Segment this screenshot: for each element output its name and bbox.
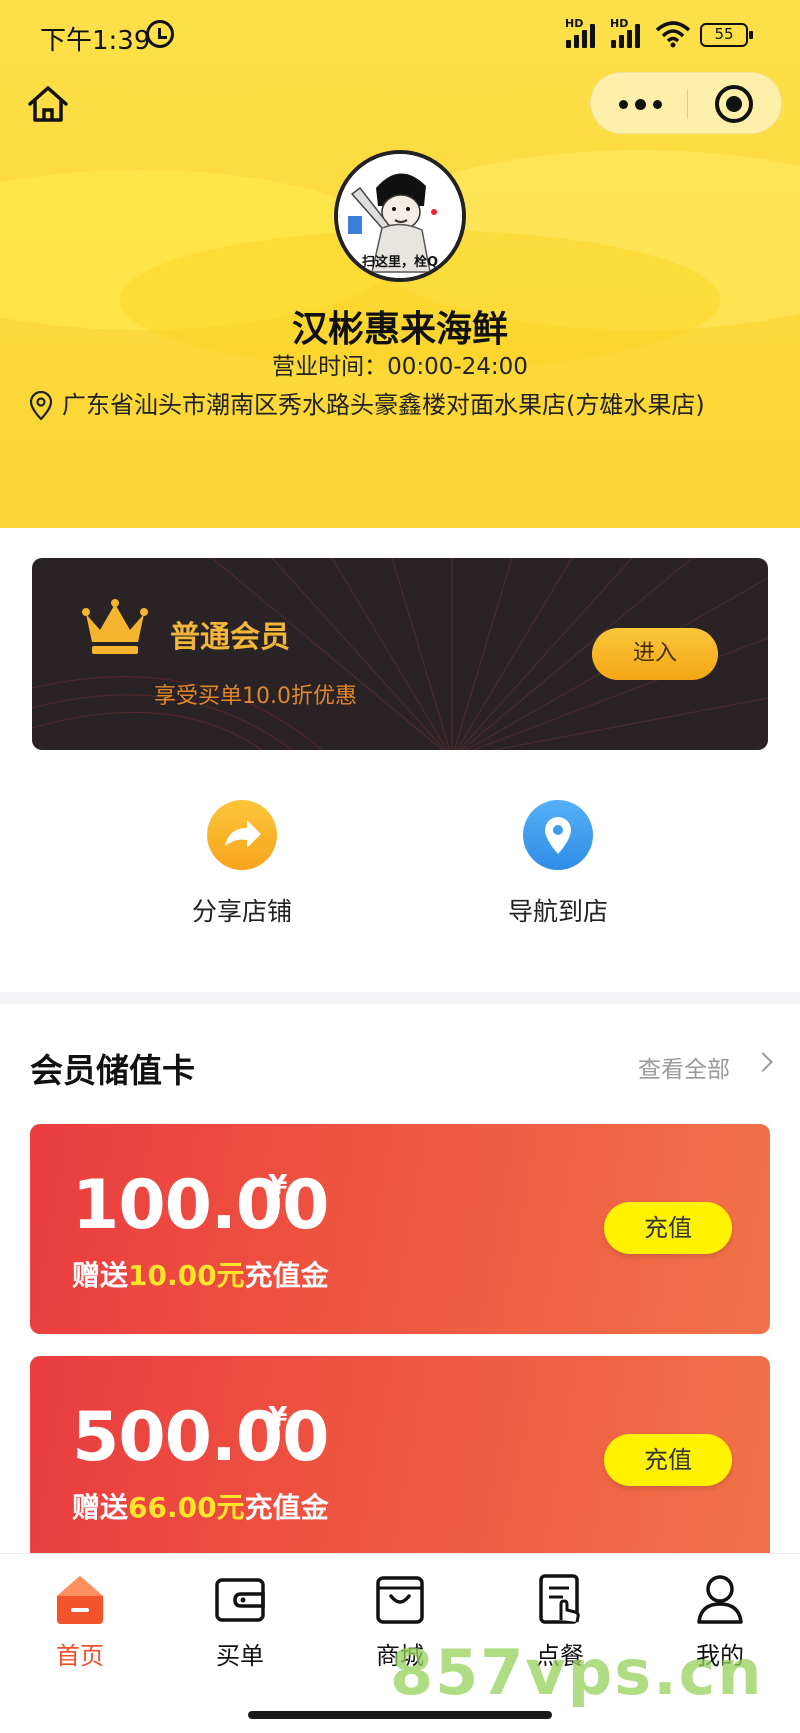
section-title: 会员储值卡 <box>30 1051 195 1090</box>
store-hours: 营业时间：00:00-24:00 <box>272 354 528 380</box>
currency-sign: ¥ <box>268 1400 288 1433</box>
share-store-label: 分享店铺 <box>191 897 292 926</box>
section-divider <box>0 992 800 1004</box>
store-avatar: 扫这里，栓Q <box>334 150 466 282</box>
tab-label: 买单 <box>216 1642 264 1670</box>
status-time: 下午1:39 <box>40 26 151 56</box>
meme-avatar-image: 扫这里，栓Q <box>338 154 462 278</box>
value-card[interactable]: 500.00 ¥ 赠送66.00元充值金 充值 <box>30 1356 770 1566</box>
card-bonus: 赠送10.00元充值金 <box>72 1254 329 1294</box>
quick-actions: 分享店铺 导航到店 <box>0 800 800 960</box>
home-tab-icon <box>53 1572 107 1626</box>
enter-member-button[interactable]: 进入 <box>592 628 718 680</box>
member-benefit-text: 享受买单10.0折优惠 <box>154 684 357 709</box>
tab-label: 首页 <box>56 1642 104 1670</box>
home-icon[interactable] <box>24 80 72 128</box>
share-store-action[interactable]: 分享店铺 <box>142 800 342 928</box>
store-address[interactable]: 广东省汕头市潮南区秀水路头豪鑫楼对面水果店(方雄水果店) <box>28 385 788 421</box>
shopping-bag-icon <box>373 1572 427 1626</box>
card-amount: 100.00 <box>72 1166 329 1245</box>
target-close-icon[interactable] <box>715 85 753 123</box>
currency-sign: ¥ <box>268 1168 288 1201</box>
wifi-icon <box>655 21 691 48</box>
bonus-amount: 10.00元 <box>128 1259 245 1292</box>
bonus-suffix: 充值金 <box>244 1259 329 1292</box>
card-bonus: 赠送66.00元充值金 <box>72 1486 329 1526</box>
more-dots-icon[interactable] <box>591 73 687 135</box>
status-bar: 下午1:39 HD HD 55 <box>0 0 800 70</box>
wallet-icon <box>213 1572 267 1626</box>
bonus-prefix: 赠送 <box>72 1491 129 1524</box>
bonus-suffix: 充值金 <box>244 1491 329 1524</box>
order-menu-icon <box>533 1572 587 1626</box>
store-name: 汉彬惠来海鲜 <box>291 309 508 350</box>
signal-strength-icon <box>566 22 606 48</box>
crown-icon <box>82 599 148 654</box>
store-address-text: 广东省汕头市潮南区秀水路头豪鑫楼对面水果店(方雄水果店) <box>62 391 705 419</box>
avatar-caption: 扫这里，栓Q <box>362 254 438 270</box>
alarm-clock-icon <box>146 20 174 48</box>
member-level-title: 普通会员 <box>170 620 290 655</box>
location-pin-icon <box>523 800 593 870</box>
tab-pay[interactable]: 买单 <box>160 1572 320 1671</box>
mini-program-capsule <box>590 72 782 134</box>
battery-icon: 55 <box>700 23 753 47</box>
navigate-store-label: 导航到店 <box>507 897 608 926</box>
signal-strength-icon <box>611 22 651 48</box>
value-card[interactable]: 100.00 ¥ 赠送10.00元充值金 充值 <box>30 1124 770 1334</box>
bonus-amount: 66.00元 <box>128 1491 245 1524</box>
user-profile-icon <box>693 1572 747 1626</box>
chevron-right-icon[interactable] <box>753 1052 773 1072</box>
watermark: 857vps.cn <box>390 1636 764 1709</box>
bonus-prefix: 赠送 <box>72 1259 129 1292</box>
navigate-store-action[interactable]: 导航到店 <box>458 800 658 928</box>
home-indicator[interactable] <box>248 1711 552 1719</box>
store-header: 下午1:39 HD HD 55 扫这里，栓Q 汉彬惠来海鲜 营业时间：00:00… <box>0 0 800 528</box>
view-all-link[interactable]: 查看全部 <box>638 1050 730 1084</box>
location-pin-icon <box>29 391 53 421</box>
member-level-card[interactable]: 普通会员 享受买单10.0折优惠 进入 <box>32 558 768 750</box>
card-amount: 500.00 <box>72 1398 329 1477</box>
capsule-divider <box>687 89 688 119</box>
share-arrow-icon <box>207 800 277 870</box>
recharge-button[interactable]: 充值 <box>604 1434 732 1486</box>
tab-home[interactable]: 首页 <box>0 1572 160 1671</box>
recharge-button[interactable]: 充值 <box>604 1202 732 1254</box>
